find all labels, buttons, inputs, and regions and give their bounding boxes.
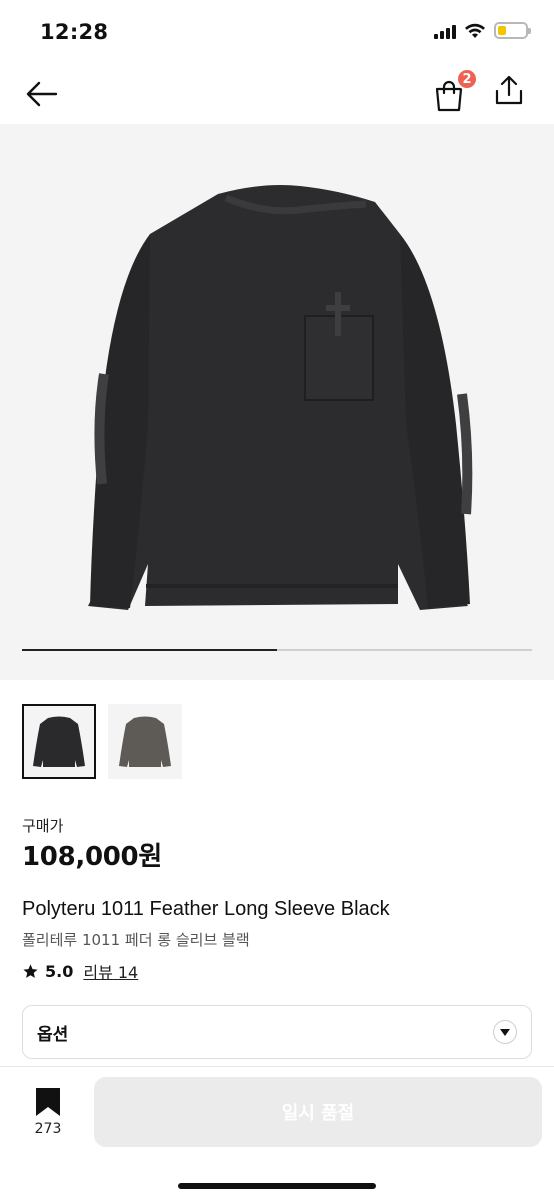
option-caret	[493, 1020, 517, 1044]
signal-icon	[434, 23, 456, 39]
share-icon	[495, 75, 523, 105]
thumbnail-grey[interactable]	[108, 704, 182, 779]
arrow-left-icon	[26, 81, 58, 107]
rating-row: 5.0 리뷰 14	[22, 959, 138, 983]
thumbnail-black[interactable]	[22, 704, 96, 779]
price-label: 구매가	[22, 817, 64, 835]
image-progress-fill	[22, 649, 277, 651]
star-icon	[23, 963, 38, 978]
status-time: 12:28	[40, 20, 109, 44]
bookmark-icon	[36, 1088, 60, 1116]
sold-out-button[interactable]: 일시 품절	[94, 1077, 542, 1147]
image-progress-bar	[22, 649, 532, 651]
chevron-down-icon	[500, 1029, 510, 1036]
battery-icon	[494, 22, 531, 39]
thumbnail-shirt-image	[33, 716, 85, 767]
wifi-icon	[465, 23, 485, 38]
long-sleeve-shirt-image	[88, 185, 473, 610]
rating-score: 5.0	[45, 961, 74, 981]
nav-bar: 2	[0, 62, 554, 124]
bookmark-button[interactable]: 273	[26, 1087, 70, 1137]
bookmark-count: 273	[34, 1121, 62, 1137]
share-button[interactable]	[494, 74, 526, 110]
option-select[interactable]: 옵션	[22, 1005, 532, 1059]
status-icons	[434, 22, 531, 39]
home-indicator	[178, 1183, 376, 1189]
review-link[interactable]: 리뷰 14	[83, 959, 138, 983]
price-value: 108,000원	[22, 842, 162, 872]
cart-button[interactable]: 2	[432, 68, 478, 112]
product-image[interactable]	[0, 124, 554, 680]
back-button[interactable]	[24, 76, 60, 112]
product-name-en: Polyteru 1011 Feather Long Sleeve Black	[22, 898, 390, 920]
option-label: 옵션	[37, 1024, 69, 1045]
product-name-ko: 폴리테루 1011 페더 롱 슬리브 블랙	[22, 931, 250, 949]
bottom-bar: 273 일시 품절	[0, 1066, 554, 1200]
cart-count-badge: 2	[456, 68, 478, 90]
thumbnail-list	[22, 704, 182, 779]
status-bar: 12:28	[0, 0, 554, 62]
battery-level	[498, 26, 506, 35]
thumbnail-shirt-image	[119, 716, 171, 767]
